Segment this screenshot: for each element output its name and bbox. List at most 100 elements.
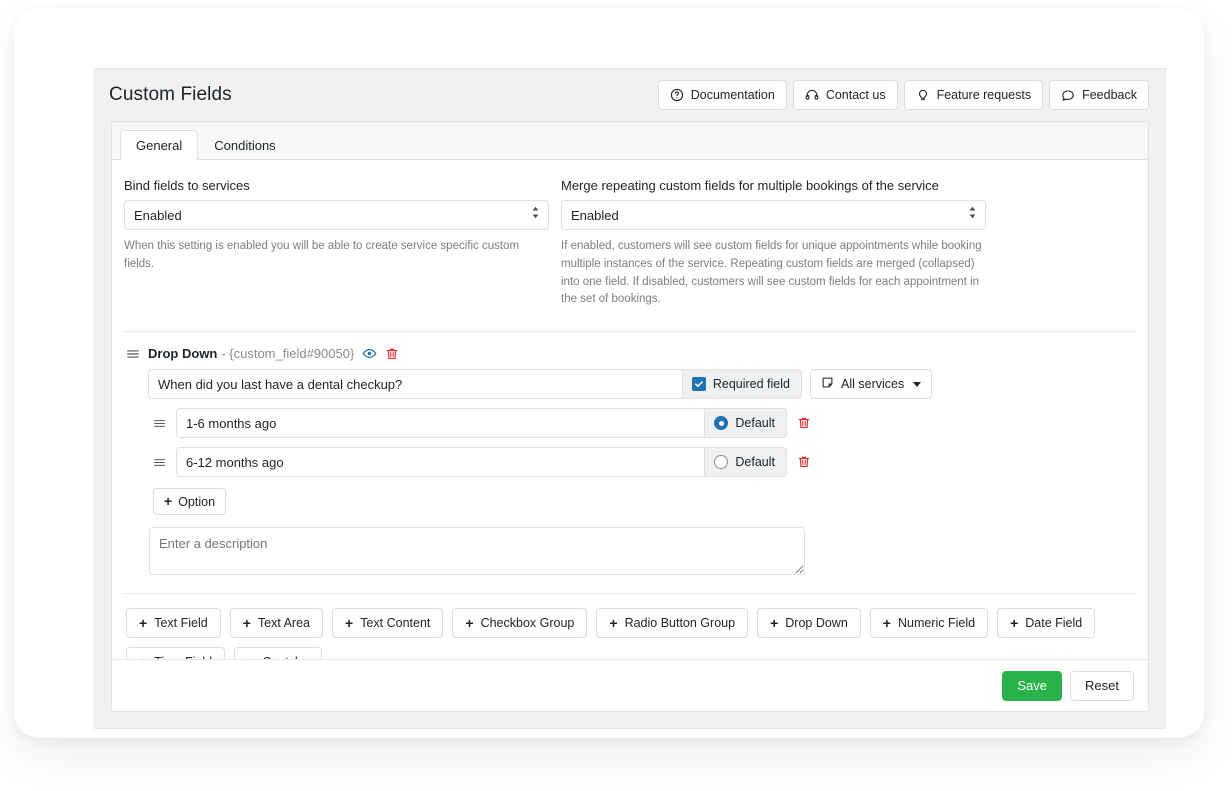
bind-fields-help: When this setting is enabled you will be… [124,240,520,270]
trash-icon[interactable] [797,416,811,430]
field-header: Drop Down - {custom_field#90050} [124,346,1136,361]
add-date-field-button[interactable]: + Date Field [997,608,1096,639]
contact-us-label: Contact us [825,88,886,102]
panel-header: Custom Fields Documentation Contact us F… [95,69,1165,121]
required-checkbox[interactable] [691,377,706,392]
add-date-field-label: Date Field [1025,616,1083,631]
setting-merge-repeating: Merge repeating custom fields for multip… [561,178,986,309]
all-services-label: All services [841,377,905,392]
plus-icon: + [770,614,779,631]
custom-fields-panel: Custom Fields Documentation Contact us F… [94,68,1166,729]
question-input[interactable] [148,369,682,400]
feedback-button[interactable]: Feedback [1049,80,1149,110]
merge-repeating-help: If enabled, customers will see custom fi… [561,240,982,306]
add-drop-down-label: Drop Down [785,616,848,631]
documentation-label: Documentation [690,88,775,102]
question-circle-icon [670,88,684,102]
page-sheet: Custom Fields Documentation Contact us F… [14,8,1204,738]
add-text-content-button[interactable]: + Text Content [332,608,444,639]
add-checkbox-group-label: Checkbox Group [480,616,575,631]
default-label: Default [735,455,775,470]
save-button[interactable]: Save [1002,670,1063,701]
option-input-group: Default [176,447,787,478]
default-radio[interactable] [714,416,729,431]
plus-icon: + [882,614,891,631]
reset-button[interactable]: Reset [1070,670,1134,701]
add-captcha-button[interactable]: + Captcha [234,647,322,659]
field-inner: Required field All serv [124,369,1136,576]
trash-icon[interactable] [797,455,811,469]
eye-icon[interactable] [362,346,377,361]
add-option-label: Option [178,494,216,509]
add-text-field-button[interactable]: + Text Field [126,608,221,639]
option-row: Default [148,408,1136,439]
feedback-label: Feedback [1082,88,1137,102]
add-field-buttons: + Text Field + Text Area + Text Content [124,594,1136,659]
add-drop-down-button[interactable]: + Drop Down [757,608,861,639]
option-input[interactable] [176,447,705,478]
add-radio-button-group-button[interactable]: + Radio Button Group [596,608,749,639]
add-field-row-2: + Time Field + Captcha [124,647,1136,659]
add-numeric-field-label: Numeric Field [897,616,976,631]
description-textarea[interactable] [149,527,805,576]
plus-icon: + [242,614,251,631]
bind-fields-select[interactable]: Enabled [124,200,549,230]
option-input[interactable] [176,408,705,439]
question-input-group: Required field [148,369,802,400]
add-text-field-label: Text Field [154,616,208,631]
add-checkbox-group-button[interactable]: + Checkbox Group [452,608,588,639]
bind-fields-label: Bind fields to services [124,178,250,193]
contact-us-button[interactable]: Contact us [792,80,898,110]
plus-icon: + [139,614,148,631]
settings-row: Bind fields to services Enabled When thi… [124,178,1136,309]
plus-icon: + [465,614,474,631]
field-slug: - {custom_field#90050} [221,346,355,362]
header-actions: Documentation Contact us Feature request… [657,80,1149,110]
plus-icon: + [345,614,354,631]
default-radio[interactable] [714,455,729,470]
add-time-field-button[interactable]: + Time Field [126,647,226,659]
merge-repeating-label: Merge repeating custom fields for multip… [561,178,939,193]
merge-repeating-select[interactable]: Enabled [561,200,986,230]
option-row: Default [148,447,1136,478]
field-type-name: Drop Down [148,346,218,362]
required-field-label: Required field [712,377,790,392]
page-title: Custom Fields [109,84,232,105]
description-wrap [148,527,1136,576]
default-label: Default [735,416,775,431]
add-radio-button-group-label: Radio Button Group [624,616,736,631]
option-default-toggle[interactable]: Default [704,408,787,439]
option-input-group: Default [176,408,787,439]
custom-field-block: Drop Down - {custom_field#90050} When di… [124,332,1136,576]
content-card: Bind fields to services Enabled When thi… [111,159,1149,712]
add-text-area-button[interactable]: + Text Area [229,608,323,639]
note-icon [821,376,834,392]
required-field-toggle[interactable]: Required field [681,369,802,400]
add-text-content-label: Text Content [360,616,431,631]
all-services-button[interactable]: All services [810,369,933,400]
plus-icon: + [1010,614,1019,631]
plus-icon: + [609,614,618,631]
documentation-button[interactable]: Documentation [657,80,787,110]
setting-bind-fields: Bind fields to services Enabled When thi… [124,178,549,309]
feature-requests-button[interactable]: Feature requests [903,80,1044,110]
card-footer: Save Reset [112,659,1148,711]
option-default-toggle[interactable]: Default [704,447,787,478]
drag-handle-icon[interactable] [153,417,166,430]
drag-handle-icon[interactable] [153,456,166,469]
card-body: Bind fields to services Enabled When thi… [112,160,1148,659]
drag-handle-icon[interactable] [126,347,140,361]
merge-repeating-select-wrap: Enabled [561,200,986,230]
add-numeric-field-button[interactable]: + Numeric Field [869,608,989,639]
chevron-down-icon [913,381,922,387]
plus-icon: + [139,655,147,659]
add-text-area-label: Text Area [257,616,310,631]
add-option-button[interactable]: + Option [153,488,227,516]
add-field-row-1: + Text Field + Text Area + Text Content [124,608,1136,639]
tab-general[interactable]: General [120,130,199,160]
trash-icon[interactable] [385,347,399,361]
comment-icon [1061,88,1075,102]
plus-icon: + [164,493,173,510]
tab-conditions[interactable]: Conditions [198,130,291,160]
headset-icon [805,88,819,102]
